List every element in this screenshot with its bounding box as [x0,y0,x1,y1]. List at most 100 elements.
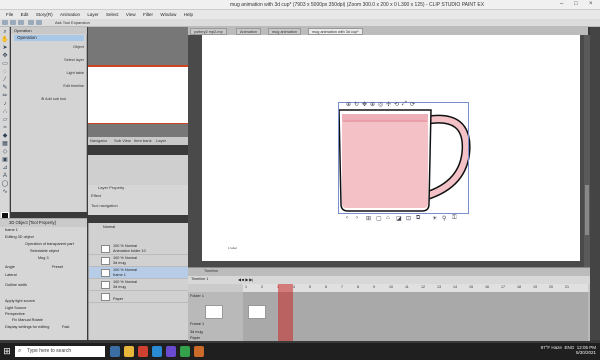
ruler-icon[interactable]: ⊿ [1,165,9,172]
frame-tick[interactable]: 20 [549,285,553,289]
app-icon[interactable] [166,346,176,357]
frame-tick[interactable]: 4 [293,285,295,289]
frame-tick[interactable]: 8 [357,285,359,289]
correct-line-icon[interactable]: ∿ [1,189,9,196]
clip-studio-icon[interactable] [194,346,204,357]
frame-icon[interactable]: ▣ [1,157,9,164]
sub-tool-select-layer[interactable]: Select layer [14,58,84,62]
menu-window[interactable]: Window [160,10,176,19]
hand-icon[interactable]: ✋ [1,37,9,44]
blend-mode-select[interactable]: Normal [103,225,183,230]
tab-layer[interactable]: Layer [156,138,166,143]
rotate-icon[interactable]: ↻ [354,101,359,108]
color-panel[interactable] [88,155,188,185]
zoom-fit-icon[interactable]: ⊞ [366,215,371,222]
tab-navigator[interactable]: Navigator [90,138,107,143]
menu-view[interactable]: View [126,10,136,19]
minimize-button[interactable]: – [560,1,563,7]
pose-icon[interactable]: ◪ [396,215,402,222]
select-icon[interactable]: ▭ [1,61,9,68]
frame-tick[interactable]: 14 [453,285,457,289]
camera-icon[interactable]: ⌂ [386,215,390,221]
text-icon[interactable]: A [1,173,9,180]
gradient-icon[interactable]: ▦ [1,141,9,148]
close-button[interactable]: × [589,1,593,7]
new-icon[interactable] [2,20,8,25]
eyedropper-icon[interactable]: ⁄ [1,77,9,84]
tab-item-bank[interactable]: Item bank [134,138,152,143]
frame-tick[interactable]: 15 [469,285,473,289]
redo-icon[interactable] [36,20,42,25]
start-icon[interactable]: ⊞ [2,346,12,357]
frame-tick[interactable]: 9 [373,285,375,289]
menu-select[interactable]: Select [106,10,119,19]
frame-tick[interactable]: 7 [341,285,343,289]
frame-tick[interactable]: 1 [245,285,247,289]
operation-icon[interactable]: ➤ [1,45,9,52]
balloon-icon[interactable]: ◯ [1,181,9,188]
zoom-icon[interactable]: ⌕ [1,29,9,36]
save-icon[interactable] [18,20,24,25]
lasso-icon[interactable]: ◌ [1,69,9,76]
copy-icon[interactable]: ⧉ [416,215,420,222]
rotate-z-icon[interactable]: ⟲ [394,101,399,108]
doc-tab[interactable]: Animation [236,28,261,35]
light-icon[interactable]: ☀ [432,215,437,222]
frame-tick[interactable]: 12 [421,285,425,289]
pen-icon[interactable]: ✎ [1,85,9,92]
frame-tick[interactable]: 19 [533,285,537,289]
layer-property-tab[interactable]: Layer Property [98,185,124,190]
file-explorer-icon[interactable] [124,346,134,357]
open-icon[interactable] [10,20,16,25]
reset-icon[interactable]: ⟳ [410,101,415,108]
scale-icon[interactable]: ⤢ [402,101,407,108]
brush-icon[interactable]: ♪ [1,101,9,108]
pin-icon[interactable]: ⚲ [442,215,446,222]
frame-tick[interactable]: 11 [405,285,409,289]
menu-help[interactable]: Help [184,10,193,19]
frame-tick[interactable]: 17 [501,285,505,289]
layer-row[interactable]: 100 % Normal Animation folder 10 [89,243,189,255]
frame-tick[interactable]: 18 [517,285,521,289]
menu-file[interactable]: File [6,10,13,19]
frame-tick[interactable]: 6 [325,285,327,289]
move-camera-icon[interactable]: ⊕ [346,101,351,108]
eraser-icon[interactable]: ▱ [1,117,9,124]
menu-edit[interactable]: Edit [21,10,29,19]
sub-tool-light-table[interactable]: Light table [14,71,84,75]
task-view-icon[interactable] [110,346,120,357]
frame-tick[interactable]: 13 [437,285,441,289]
sub-view-label[interactable]: Ask Tool Expansion [55,20,90,25]
app-icon[interactable] [138,346,148,357]
next-object-icon[interactable]: › [356,215,358,221]
layer-row[interactable]: 100 % Normal 3d mug [89,255,189,267]
menu-animation[interactable]: Animation [60,10,80,19]
cel-thumbnail[interactable] [205,305,223,319]
lock-icon[interactable]: ⚿ [452,215,457,222]
system-tray[interactable]: 97°F Haze ENG 12:05 PM 5/30/2021 [541,345,596,355]
frame-tick[interactable]: 10 [389,285,393,289]
layer-row[interactable]: 100 % Normal 3d mug [89,279,189,291]
prev-object-icon[interactable]: ‹ [346,215,348,221]
search-input[interactable]: ⌕ Type here to search [15,346,105,357]
blend-icon[interactable]: ≈ [1,125,9,132]
frame-tick[interactable]: 21 [565,285,569,289]
zoom-icon[interactable]: ⊕ [370,101,375,108]
sub-tool-object[interactable]: Object [14,45,84,49]
figure-icon[interactable]: ◇ [1,149,9,156]
move-object-icon[interactable]: ✢ [386,101,391,108]
frame-tick[interactable]: 5 [309,285,311,289]
tab-sub-view[interactable]: Sub View [114,138,131,143]
menu-filter[interactable]: Filter [143,10,153,19]
layer-row-selected[interactable]: 100 % Normal frame 1 [89,267,189,279]
pan-icon[interactable]: ✥ [362,101,367,108]
cel-thumbnail[interactable] [248,305,266,319]
move-icon[interactable]: ✥ [1,53,9,60]
prop-perspective-options[interactable]: Fix Manual Rotate [12,318,92,323]
frame-tick[interactable]: 2 [261,285,263,289]
pencil-icon[interactable]: ✏ [1,93,9,100]
sub-tool-selected[interactable]: Operation [14,35,84,41]
add-sub-tool-button[interactable]: ⊕ Add sub tool [41,96,66,101]
track-area[interactable] [243,292,588,341]
scrollbar-thumb[interactable] [585,185,589,235]
